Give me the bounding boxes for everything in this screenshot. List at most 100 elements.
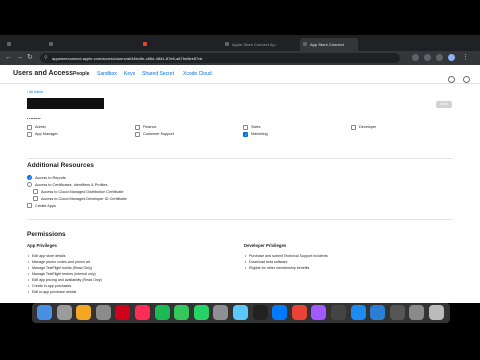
role-checkbox-finance[interactable] (135, 125, 140, 130)
app-icon[interactable] (331, 305, 346, 320)
app-icon[interactable] (115, 305, 131, 320)
role-label: Finance (143, 125, 157, 129)
calculator-icon[interactable] (76, 305, 92, 320)
whatsapp-icon[interactable] (193, 305, 209, 320)
browser-tab[interactable] (140, 38, 220, 51)
resource-radio-reports[interactable] (27, 175, 32, 180)
back-icon[interactable]: ← (5, 53, 12, 63)
extension-icon[interactable] (424, 54, 431, 61)
list-item: Manage TestFlight builds (Read Only) (28, 266, 92, 270)
extension-icon[interactable] (412, 54, 419, 61)
chrome-icon[interactable] (291, 305, 307, 320)
browser-tab[interactable]: Apple Store Connect Ap... (222, 38, 300, 51)
header-icons (444, 70, 470, 88)
save-button[interactable]: Save (436, 101, 452, 108)
redacted-user-name (27, 98, 104, 109)
breadcrumb[interactable]: ‹ All Users (27, 90, 43, 94)
browser-tab[interactable] (46, 38, 86, 51)
forward-icon[interactable]: → (16, 53, 23, 63)
browser-tab-strip: Apple Store Connect Ap... App Store Conn… (0, 35, 480, 51)
browser-toolbar: ← → ↻ ⚲ appstoreconnect.apple.com/access… (0, 51, 480, 65)
resource-label: Access to Certificates, Identifiers & Pr… (35, 183, 109, 187)
resource-checkbox-create-apps[interactable] (27, 203, 32, 208)
nav-xcode-cloud[interactable]: Xcode Cloud (183, 71, 212, 77)
list-item: Eligible for other membership benefits (245, 266, 309, 270)
role-label: Sales (251, 125, 261, 129)
launchpad-icon[interactable] (56, 305, 72, 320)
help-icon[interactable] (447, 76, 455, 83)
list-item: Edit app pricing and availability (Read … (28, 278, 102, 282)
resource-label: Access to Cloud Managed Distribution Cer… (41, 190, 124, 194)
spotify-icon[interactable] (154, 305, 170, 320)
favicon-icon (225, 42, 229, 46)
role-checkbox-developer[interactable] (351, 125, 356, 130)
app-icon[interactable] (409, 305, 425, 320)
role-checkbox-admin[interactable] (27, 125, 32, 130)
list-item: Create in-app purchases (28, 284, 71, 288)
xcode-icon[interactable] (350, 305, 366, 320)
settings-icon[interactable] (213, 305, 229, 320)
trash-icon[interactable] (429, 305, 444, 320)
account-icon[interactable] (463, 76, 470, 83)
screen: Apple Store Connect Ap... App Store Conn… (0, 35, 480, 303)
nav-keys[interactable]: Keys (124, 71, 135, 77)
resource-label: Access to Cloud Managed Developer ID Cer… (41, 197, 127, 201)
page-title: Users and Access (13, 70, 74, 77)
resource-checkbox-developer-id-cert[interactable] (33, 196, 38, 201)
additional-resources-heading: Additional Resources (27, 162, 94, 169)
list-item: Edit in-app purchase details (28, 290, 76, 294)
app-icon[interactable] (389, 305, 405, 320)
terminal-icon[interactable] (252, 305, 268, 320)
dock (32, 303, 450, 323)
developer-privileges-heading: Developer Privileges (244, 243, 287, 248)
address-bar[interactable]: ⚲ appstoreconnect.apple.com/access/users… (40, 53, 400, 63)
permissions-heading: Permissions (27, 231, 66, 238)
profile-avatar[interactable] (448, 54, 455, 61)
list-item: Edit app store details (28, 254, 66, 258)
role-label: Admin (35, 125, 46, 129)
favicon-icon (7, 42, 11, 46)
divider (27, 158, 453, 159)
browser-tab[interactable] (4, 38, 44, 51)
favicon-icon (143, 42, 147, 46)
app-icon[interactable] (272, 305, 288, 320)
resource-radio-certificates[interactable] (27, 182, 32, 187)
list-item: Manage promo codes and promo art (28, 260, 90, 264)
roles-heading: Roles (27, 118, 41, 121)
music-icon[interactable] (135, 305, 150, 320)
favicon-icon (49, 42, 53, 46)
resource-label: Access to Reports (35, 176, 66, 180)
favicon-icon (303, 42, 307, 46)
list-item: Manage TestFlight testers (internal only… (28, 272, 96, 276)
role-checkbox-customer-support[interactable] (135, 132, 140, 137)
files-icon[interactable] (95, 305, 111, 320)
messages-icon[interactable] (174, 305, 190, 320)
list-item: Download beta software (245, 260, 288, 264)
finder-icon[interactable] (37, 305, 52, 320)
role-checkbox-sales[interactable] (243, 125, 248, 130)
app-header: Users and Access People Sandbox Keys Sha… (0, 65, 480, 84)
resource-label: Create Apps (35, 204, 56, 208)
nav-sandbox[interactable]: Sandbox (97, 71, 117, 77)
extension-icon[interactable] (436, 54, 443, 61)
nav-shared-secret[interactable]: Shared Secret (142, 71, 174, 77)
role-label: Marketing (251, 132, 268, 136)
nav-people[interactable]: People (73, 71, 89, 77)
reload-icon[interactable]: ↻ (27, 53, 33, 63)
site-info-icon[interactable]: ⚲ (44, 55, 48, 61)
role-checkbox-app-manager[interactable] (27, 132, 32, 137)
url-text: appstoreconnect.apple.com/access/users/a… (52, 56, 203, 61)
divider (27, 219, 453, 220)
role-checkbox-marketing[interactable] (243, 132, 248, 137)
app-privileges-heading: App Privileges (27, 243, 57, 248)
browser-menu-icon[interactable]: ⋮ (462, 53, 469, 63)
list-item: Purchase and submit Technical Support In… (245, 254, 328, 258)
role-label: Developer (359, 125, 377, 129)
role-label: Customer Support (143, 132, 174, 136)
vscode-icon[interactable] (370, 305, 386, 320)
app-icon[interactable] (233, 305, 248, 320)
browser-tab-active[interactable]: App Store Connect (300, 38, 358, 51)
role-label: App Manager (35, 132, 58, 136)
figma-icon[interactable] (311, 305, 327, 320)
resource-checkbox-distribution-cert[interactable] (33, 189, 38, 194)
